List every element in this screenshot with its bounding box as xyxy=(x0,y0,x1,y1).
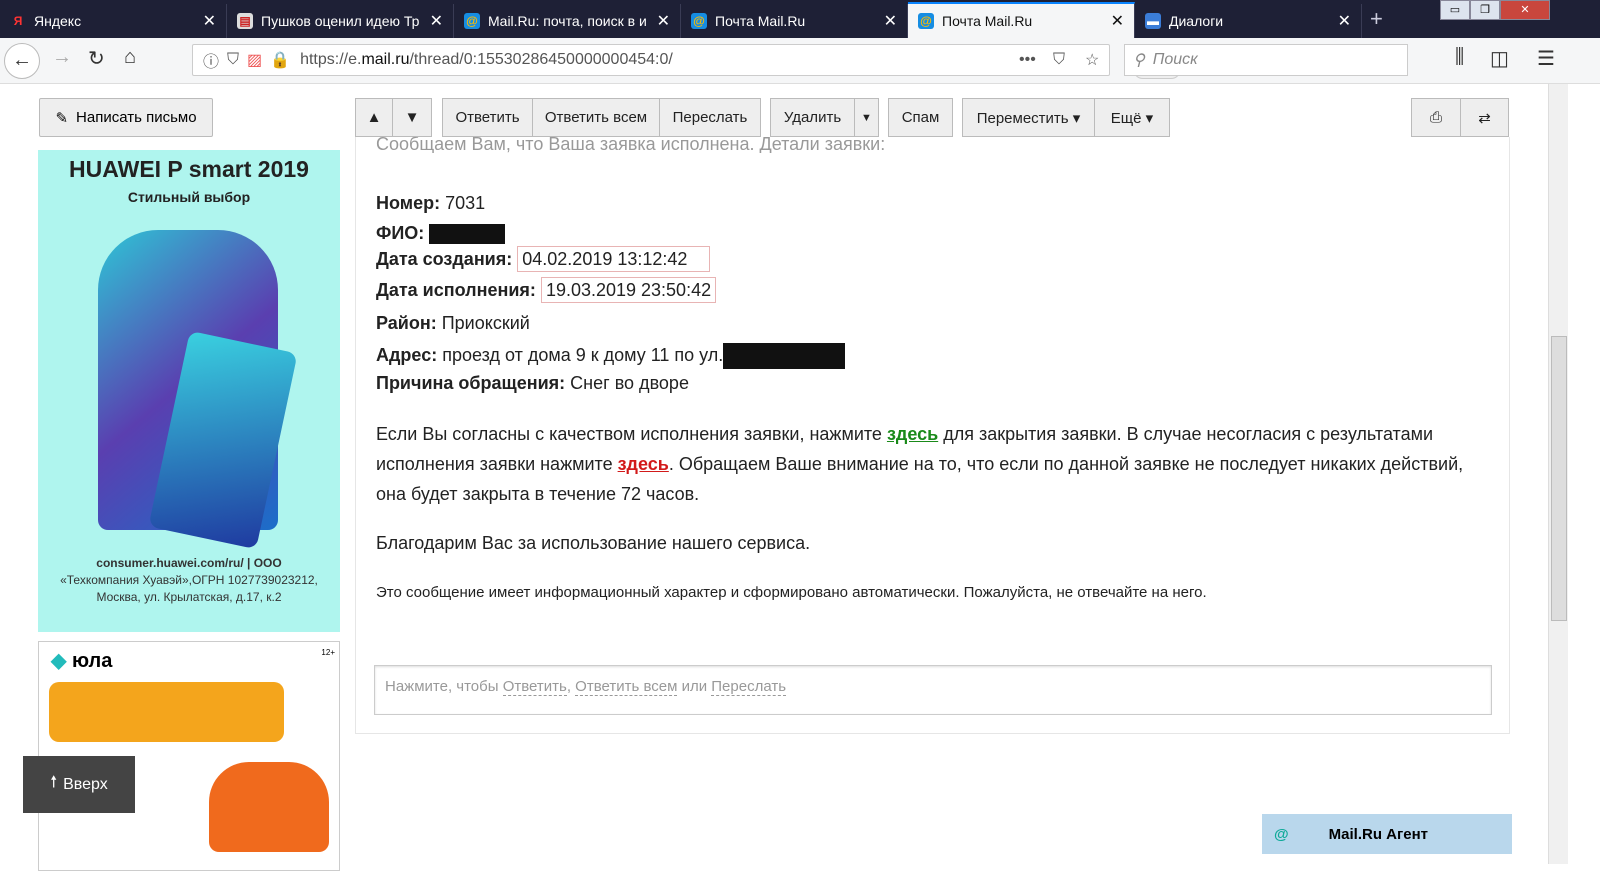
minimize-button[interactable]: ▭ xyxy=(1440,0,1470,20)
back-button[interactable]: ← xyxy=(4,43,40,79)
new-tab-button[interactable]: + xyxy=(1370,6,1383,32)
translate-button[interactable]: ⇄ xyxy=(1460,98,1509,137)
library-icon[interactable]: ⫼ xyxy=(1455,46,1464,69)
forward-link[interactable]: Переслать xyxy=(711,678,787,696)
sidebar-icon[interactable]: ◫ xyxy=(1490,46,1509,71)
home-button[interactable]: ⌂ xyxy=(124,46,136,69)
bookmark-star-icon[interactable]: ☆ xyxy=(1085,50,1099,70)
reject-link[interactable]: здесь xyxy=(618,454,669,474)
close-icon[interactable]: ✕ xyxy=(657,11,670,31)
redacted-name xyxy=(429,224,506,245)
scrollbar[interactable] xyxy=(1548,84,1568,864)
search-icon: ⚲ xyxy=(1133,52,1145,69)
mailru-icon: @ xyxy=(918,13,934,29)
next-message-button[interactable]: ▼ xyxy=(392,98,432,137)
message-body: Сообщаем Вам, что Ваша заявка исполнена.… xyxy=(355,137,1510,734)
url-bar[interactable]: ⓘ ⛉ ▨ 🔒 https://e. mail.ru/thread/0:15530… xyxy=(192,44,1181,79)
forward-button[interactable]: → xyxy=(52,46,72,69)
arrow-down-icon: ▼ xyxy=(404,109,420,126)
shield-icon[interactable]: ⛉ xyxy=(227,51,239,69)
printer-icon: ⎙ xyxy=(1429,109,1442,126)
search-input[interactable]: ⚲ Поиск xyxy=(1124,44,1408,76)
close-icon[interactable]: ✕ xyxy=(1111,11,1124,31)
reply-button[interactable]: Ответить xyxy=(442,98,533,137)
dialogs-icon: ▬ xyxy=(1145,13,1161,29)
more-icon[interactable]: ••• xyxy=(1019,51,1036,69)
sofa-image xyxy=(49,682,284,742)
forward-button[interactable]: Переслать xyxy=(659,98,761,137)
mailru-icon: @ xyxy=(464,13,480,29)
agent-icon: @ xyxy=(1274,825,1289,843)
reply-link[interactable]: Ответить xyxy=(502,678,567,696)
chair-image xyxy=(209,762,329,852)
chevron-down-icon: ▼ xyxy=(861,111,872,124)
tab-yandex[interactable]: Я Яндекс ✕ xyxy=(0,4,227,38)
mailru-agent-bar[interactable]: @ Mail.Ru Агент xyxy=(1262,814,1512,854)
reply-all-button[interactable]: Ответить всем xyxy=(532,98,660,137)
reload-button[interactable]: ↻ xyxy=(88,46,105,71)
accept-link[interactable]: здесь xyxy=(887,424,938,444)
scroll-up-button[interactable]: 🠕 Вверх xyxy=(23,756,135,813)
tracking-icon[interactable]: ▨ xyxy=(247,50,262,70)
tab-mail-active[interactable]: @ Почта Mail.Ru ✕ xyxy=(908,2,1135,38)
mailru-icon: @ xyxy=(691,13,707,29)
reply-all-link[interactable]: Ответить всем xyxy=(575,678,678,696)
info-icon[interactable]: ⓘ xyxy=(203,48,219,72)
arrow-up-icon: ▲ xyxy=(366,109,382,126)
quick-reply-box[interactable]: Нажмите, чтобы Ответить, Ответить всем и… xyxy=(374,665,1492,715)
close-icon[interactable]: ✕ xyxy=(1338,11,1351,31)
close-icon[interactable]: ✕ xyxy=(884,11,897,31)
nav-bar: ← → ↻ ⌂ ⓘ ⛉ ▨ 🔒 https://e. mail.ru/thread… xyxy=(0,38,1600,84)
prev-message-button[interactable]: ▲ xyxy=(355,98,393,137)
print-button[interactable]: ⎙ xyxy=(1411,98,1461,137)
youla-logo-icon: ◆ xyxy=(51,650,67,672)
translate-icon: ⇄ xyxy=(1478,109,1491,127)
window-close-button[interactable]: ✕ xyxy=(1500,0,1550,20)
yandex-icon: Я xyxy=(13,14,23,28)
arrow-up-icon: 🠕 xyxy=(50,774,58,791)
compose-button[interactable]: ✎ Написать письмо xyxy=(39,98,213,137)
restore-button[interactable]: ❐ xyxy=(1470,0,1500,20)
spam-button[interactable]: Спам xyxy=(888,98,953,137)
tab-dialogs[interactable]: ▬ Диалоги ✕ xyxy=(1135,4,1362,38)
tab-mail[interactable]: @ Почта Mail.Ru ✕ xyxy=(681,4,908,38)
close-icon[interactable]: ✕ xyxy=(430,11,443,31)
delete-dropdown[interactable]: ▼ xyxy=(854,98,879,137)
redacted-street xyxy=(723,343,846,369)
more-button[interactable]: Ещё ▾ xyxy=(1094,98,1170,137)
huawei-ad[interactable]: HUAWEI P smart 2019 Стильный выбор consu… xyxy=(38,150,340,632)
news-icon: ▤ xyxy=(237,13,253,29)
move-button[interactable]: Переместить ▾ xyxy=(962,98,1095,137)
scrollbar-thumb[interactable] xyxy=(1551,336,1567,621)
delete-button[interactable]: Удалить xyxy=(770,98,855,137)
menu-icon[interactable]: ☰ xyxy=(1537,46,1555,71)
pocket-icon[interactable]: ⛉ xyxy=(1053,51,1065,69)
lock-icon: 🔒 xyxy=(270,52,291,69)
tab-bar: Я Яндекс ✕ ▤ Пушков оценил идею Тр ✕ @ Mail.R… xyxy=(0,0,1600,38)
tab-mailru[interactable]: @ Mail.Ru: почта, поиск в и ✕ xyxy=(454,4,681,38)
compose-icon: ✎ xyxy=(55,109,69,127)
close-icon[interactable]: ✕ xyxy=(203,11,216,31)
tab-news[interactable]: ▤ Пушков оценил идею Тр ✕ xyxy=(227,4,454,38)
